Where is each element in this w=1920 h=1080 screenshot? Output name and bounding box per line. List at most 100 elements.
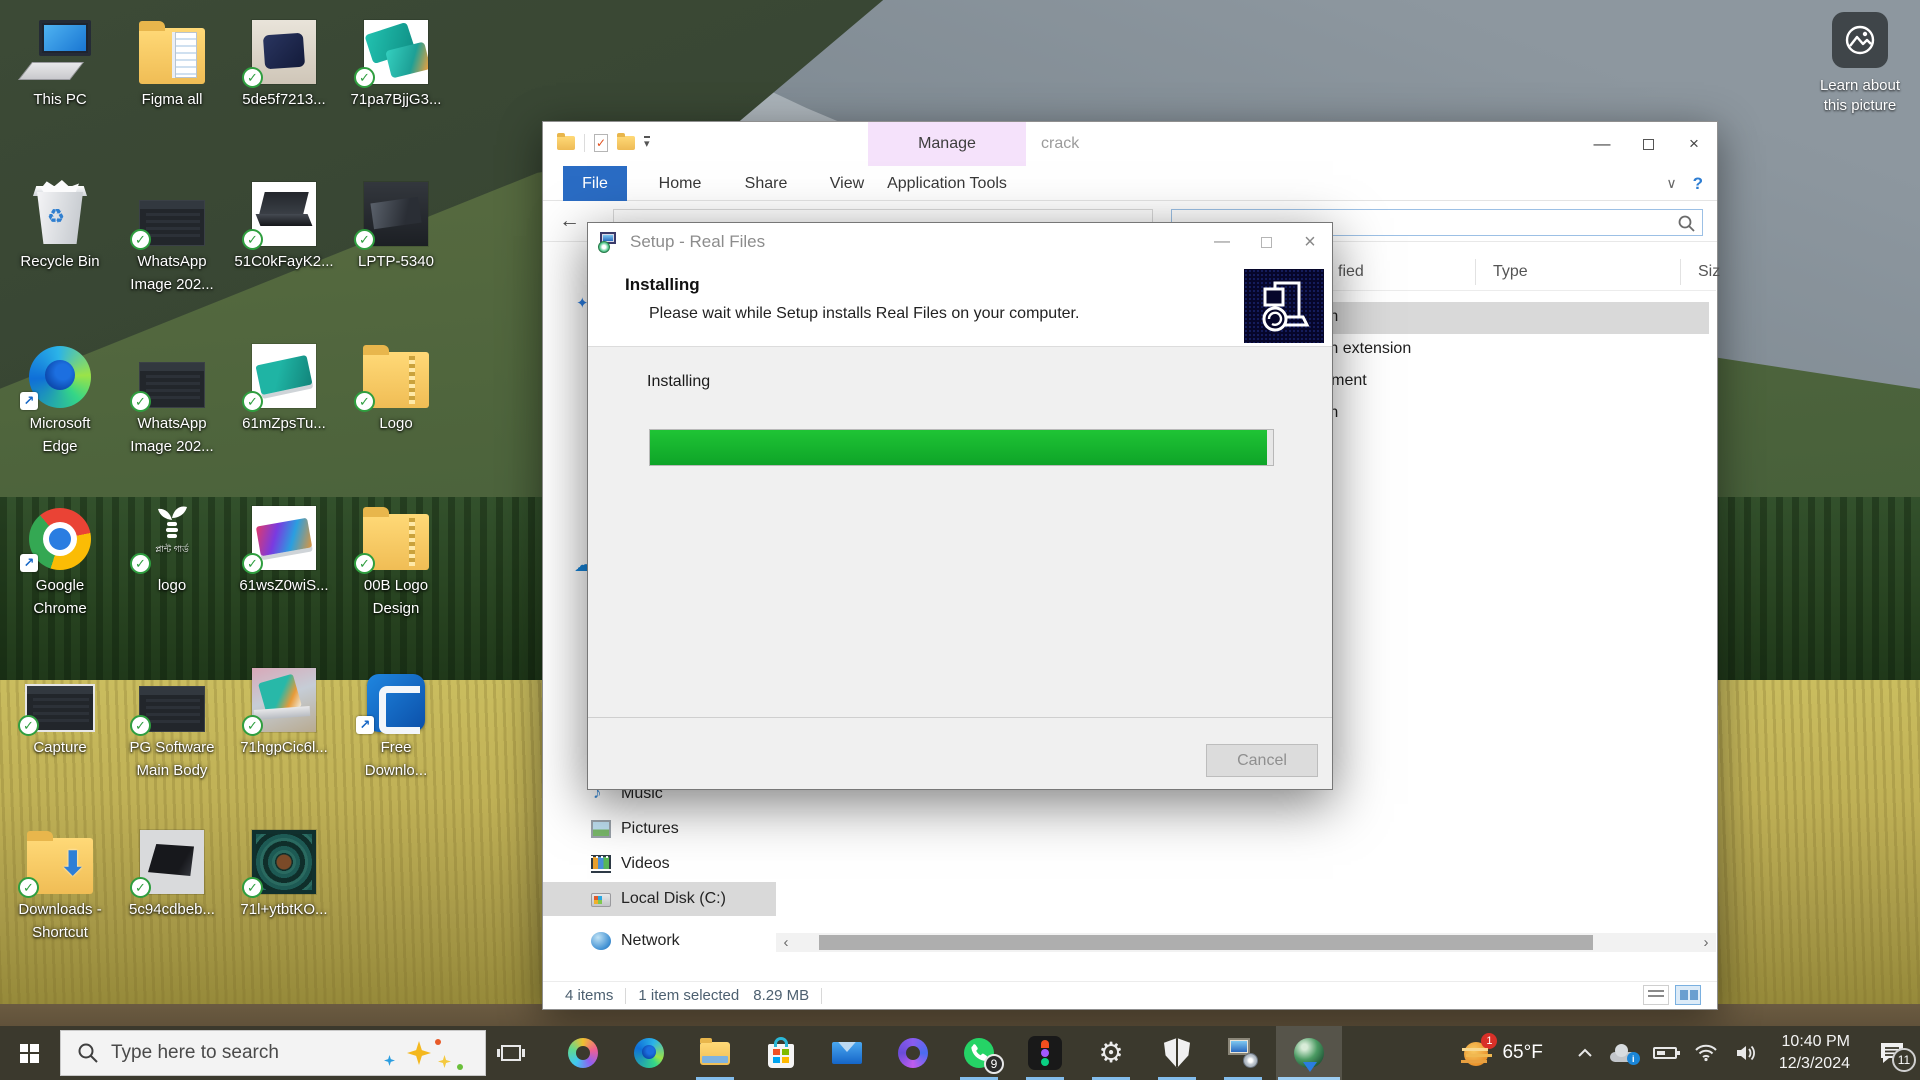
desktop-icon-label: 5c94cdbeb... [129, 899, 215, 922]
learn-about-caption: Learn about this picture [1812, 76, 1908, 117]
sidebar-item-videos[interactable]: Videos [543, 847, 776, 881]
ribbon-tab-home[interactable]: Home [647, 166, 713, 201]
taskbar-app-store[interactable] [748, 1026, 814, 1080]
learn-about-picture[interactable]: Learn about this picture [1812, 12, 1908, 117]
taskbar-app-installer[interactable] [1210, 1026, 1276, 1080]
manage-ribbon-group[interactable]: Manage [868, 122, 1026, 166]
taskbar-app-copilot[interactable] [550, 1026, 616, 1080]
properties-icon[interactable] [594, 134, 608, 152]
scrollbar-thumb[interactable] [819, 935, 1593, 950]
minimize-button[interactable]: — [1579, 122, 1625, 166]
new-folder-icon[interactable] [617, 136, 635, 150]
taskbar-app-setup-globe[interactable] [1276, 1026, 1342, 1080]
sync-check-icon: ✓ [242, 67, 263, 88]
desktop-icon-microsoft[interactable]: ↗MicrosoftEdge [6, 330, 114, 492]
desktop-icon-71l-ytbtko[interactable]: ✓71l+ytbtKO... [230, 816, 338, 978]
desktop-icon-61mzpstu[interactable]: ✓61mZpsTu... [230, 330, 338, 492]
desktop-icon-capture[interactable]: ✓Capture [6, 654, 114, 816]
taskbar-app-office[interactable] [880, 1026, 946, 1080]
scroll-right-icon[interactable]: › [1696, 933, 1716, 952]
wifi-icon[interactable] [1694, 1044, 1718, 1062]
desktop-icon-label: WhatsAppImage 202... [130, 251, 213, 296]
ribbon-tab-file[interactable]: File [563, 166, 627, 201]
dot-orange-icon [435, 1039, 441, 1045]
desktop-icon-downloads[interactable]: ✓Downloads -Shortcut [6, 816, 114, 978]
window-title: crack [1041, 122, 1079, 166]
task-view-button[interactable] [486, 1026, 536, 1080]
desktop-icon-logo[interactable]: ✓Logo [342, 330, 450, 492]
onedrive-tray-icon[interactable]: i [1610, 1044, 1636, 1062]
maximize-button[interactable] [1625, 122, 1671, 166]
taskbar-app-figma[interactable] [1012, 1026, 1078, 1080]
setup-app-icon [598, 231, 620, 253]
dialog-maximize-button[interactable] [1244, 223, 1288, 261]
quick-access-toolbar[interactable]: ▾ [557, 134, 650, 152]
cancel-button[interactable]: Cancel [1206, 744, 1318, 777]
clock[interactable]: 10:40 PM 12/3/2024 [1769, 1031, 1864, 1074]
back-icon[interactable]: ← [559, 209, 580, 233]
shortcut-arrow-icon: ↗ [356, 716, 374, 734]
dialog-titlebar: Setup - Real Files — × [588, 223, 1332, 261]
ribbon-tab-application-tools[interactable]: Application Tools [868, 166, 1026, 201]
tray-expand-icon[interactable] [1577, 1048, 1593, 1058]
help-icon[interactable]: ? [1693, 174, 1703, 194]
explorer-titlebar: ▾ Manage crack — × [543, 122, 1717, 166]
desktop-icon-71hgpcic6l[interactable]: ✓71hgpCic6l... [230, 654, 338, 816]
desktop-icon-whatsapp[interactable]: ✓WhatsAppImage 202... [118, 330, 226, 492]
ribbon-tab-view[interactable]: View [819, 166, 875, 201]
ribbon-tab-share[interactable]: Share [733, 166, 799, 201]
desktop-icon-recycle-bin[interactable]: ♻Recycle Bin [6, 168, 114, 330]
taskbar-search-input[interactable]: Type here to search [60, 1030, 486, 1076]
desktop-icon-logo[interactable]: প্লান্ট গার্ড✓logo [118, 492, 226, 654]
desktop-icon-this-pc[interactable]: This PC [6, 6, 114, 168]
large-icons-view-button[interactable] [1675, 985, 1701, 1005]
folder-icon[interactable] [557, 136, 575, 150]
desktop-icon-label: 71pa7BjjG3... [351, 89, 442, 112]
details-view-button[interactable] [1643, 985, 1669, 1005]
desktop-icon-5de5f7213[interactable]: ✓5de5f7213... [230, 6, 338, 168]
desktop-icon-61wsz0wis[interactable]: ✓61wsZ0wiS... [230, 492, 338, 654]
dialog-close-button[interactable]: × [1288, 223, 1332, 261]
sync-check-icon: ✓ [242, 553, 263, 574]
scroll-left-icon[interactable]: ‹ [776, 933, 796, 952]
volume-icon[interactable] [1735, 1044, 1759, 1062]
dialog-minimize-button[interactable]: — [1200, 223, 1244, 261]
close-button[interactable]: × [1671, 122, 1717, 166]
desktop-icon-whatsapp[interactable]: ✓WhatsAppImage 202... [118, 168, 226, 330]
this-pc-icon [25, 20, 95, 84]
horizontal-scrollbar[interactable]: ‹ › [776, 933, 1716, 952]
desktop-icon-google[interactable]: ↗GoogleChrome [6, 492, 114, 654]
sync-check-icon: ✓ [18, 715, 39, 736]
taskbar-app-settings[interactable]: ⚙ [1078, 1026, 1144, 1080]
column-header-type[interactable]: Type [1493, 263, 1528, 281]
start-button[interactable] [0, 1026, 58, 1080]
picture-info-icon[interactable] [1832, 12, 1888, 68]
taskbar-app-edge[interactable] [616, 1026, 682, 1080]
action-center-button[interactable]: 11 [1864, 1026, 1920, 1080]
sync-check-icon: ✓ [130, 715, 151, 736]
taskbar-app-security[interactable] [1144, 1026, 1210, 1080]
customize-qat-icon[interactable]: ▾ [644, 136, 650, 150]
desktop-icon-51c0kfayk2[interactable]: ✓51C0kFayK2... [230, 168, 338, 330]
disk-icon [591, 893, 611, 907]
taskbar-app-explorer[interactable] [682, 1026, 748, 1080]
battery-icon[interactable] [1653, 1047, 1677, 1059]
weather-widget[interactable]: 1 65°F [1450, 1038, 1554, 1068]
ribbon-collapse-icon[interactable]: ∨ [1666, 175, 1676, 192]
desktop-icon-pg-software[interactable]: ✓PG SoftwareMain Body [118, 654, 226, 816]
sidebar-item-network[interactable]: Network [543, 924, 776, 958]
desktop-icon-71pa7bjjg3[interactable]: ✓71pa7BjjG3... [342, 6, 450, 168]
taskbar-app-mail[interactable] [814, 1026, 880, 1080]
settings-gear-icon: ⚙ [1098, 1039, 1123, 1067]
sidebar-item-pictures[interactable]: Pictures [543, 812, 776, 846]
taskbar-app-whatsapp[interactable]: 9 [946, 1026, 1012, 1080]
column-header-fied[interactable]: fied [1338, 263, 1364, 281]
sidebar-item-local-disk-c[interactable]: Local Disk (C:) [543, 882, 776, 916]
windows-logo-icon [20, 1044, 39, 1063]
desktop-icon-5c94cdbeb[interactable]: ✓5c94cdbeb... [118, 816, 226, 978]
desktop-icon-lptp-5340[interactable]: ✓LPTP-5340 [342, 168, 450, 330]
desktop-icon-free[interactable]: ↗FreeDownlo... [342, 654, 450, 816]
column-header-siz[interactable]: Siz [1698, 263, 1720, 281]
desktop-icon-figma-all[interactable]: Figma all [118, 6, 226, 168]
desktop-icon-00b-logo[interactable]: ✓00B LogoDesign [342, 492, 450, 654]
